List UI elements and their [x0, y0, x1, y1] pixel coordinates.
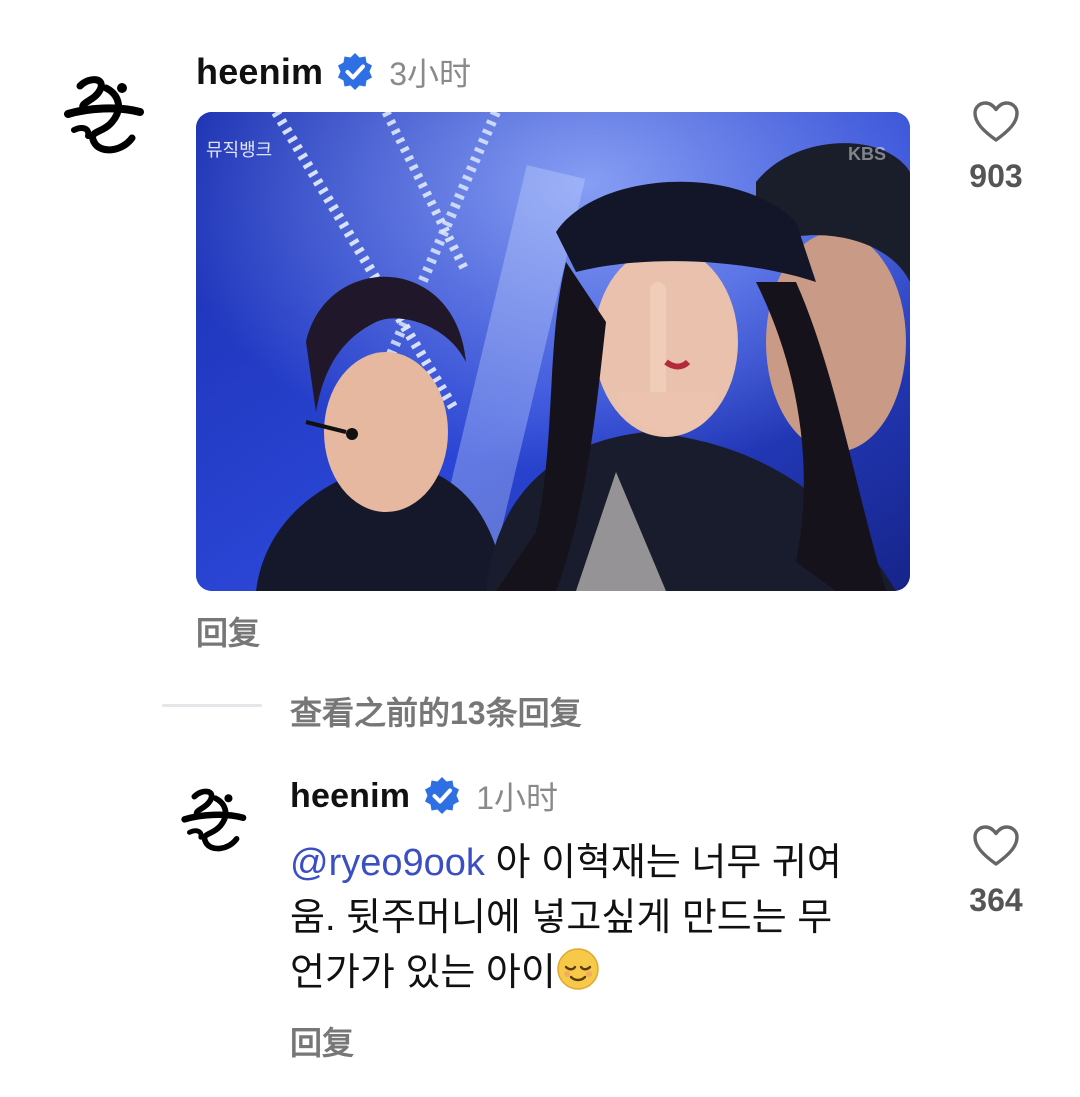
relieved-face-emoji-icon	[556, 947, 600, 991]
media-corner-logo: 뮤직뱅크	[206, 140, 272, 161]
reply-text-line-2: 움. 뒷주머니에 넣고싶게 만드는 무	[290, 897, 833, 939]
post-media-image[interactable]: 뮤직뱅크 KBS	[196, 112, 910, 591]
reply-timestamp: 1小时	[476, 780, 559, 816]
verified-badge-icon	[335, 52, 375, 92]
like-button[interactable]	[966, 96, 1026, 148]
threads-at-icon: @	[290, 842, 329, 884]
reply-like-button[interactable]	[966, 820, 1026, 872]
view-previous-replies-button[interactable]: 查看之前的13条回复	[290, 688, 582, 734]
reply-like-count: 364	[969, 882, 1023, 918]
reply-text-line-3: 언가가 있는 아이	[290, 952, 556, 994]
reply-header: heenim 1小时	[290, 774, 558, 818]
verified-badge-icon	[422, 776, 462, 816]
heart-icon	[973, 825, 1019, 866]
reply-text: @ryeo9ook 아 이혁재는 너무 귀여 움. 뒷주머니에 넣고싶게 만드는…	[290, 836, 930, 1001]
timestamp: 3小时	[389, 56, 472, 92]
calligraphy-avatar-icon	[181, 788, 247, 852]
heart-icon	[973, 101, 1019, 142]
like-count: 903	[969, 158, 1023, 194]
media-watermark: KBS	[848, 144, 886, 164]
reply-avatar[interactable]	[176, 780, 250, 862]
username[interactable]: heenim	[196, 51, 323, 93]
post-header: heenim 3小时	[196, 50, 471, 94]
thread-divider	[162, 704, 262, 707]
reply-username[interactable]: heenim	[290, 777, 410, 816]
reply-button[interactable]: 回复	[196, 608, 260, 654]
reply-text-line-1: 아 이혁재는 너무 귀여	[484, 842, 842, 884]
avatar[interactable]	[58, 66, 148, 166]
calligraphy-avatar-icon	[64, 76, 144, 154]
mention-link[interactable]: @ryeo9ook	[290, 842, 485, 884]
reply-reply-button[interactable]: 回复	[290, 1018, 354, 1064]
